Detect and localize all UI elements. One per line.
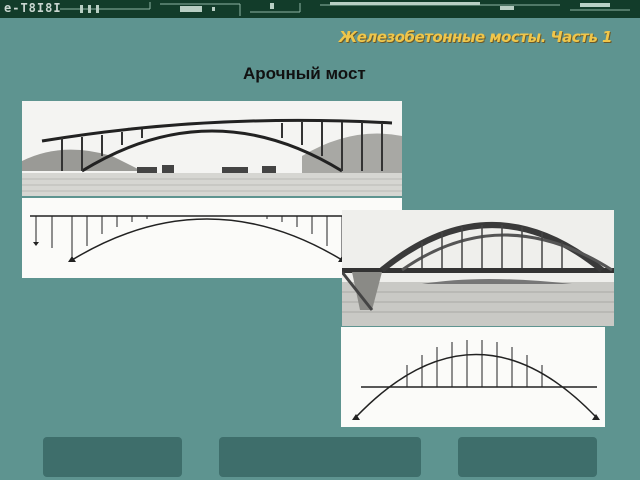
deck-title: Железобетонные мосты. Часть 1 [338, 28, 613, 46]
top-decorative-bar: e-T8I8I [0, 0, 640, 18]
slide-title: Арочный мост [243, 64, 366, 83]
photo-deck-arch-bridge [22, 101, 402, 196]
nav-button-right[interactable] [458, 437, 597, 477]
photo-through-arch-bridge [342, 210, 614, 326]
scheme-through-arch-bridge [341, 327, 605, 427]
nav-button-left[interactable] [43, 437, 182, 477]
nav-button-center[interactable] [219, 437, 421, 477]
circuit-pattern [60, 2, 630, 16]
